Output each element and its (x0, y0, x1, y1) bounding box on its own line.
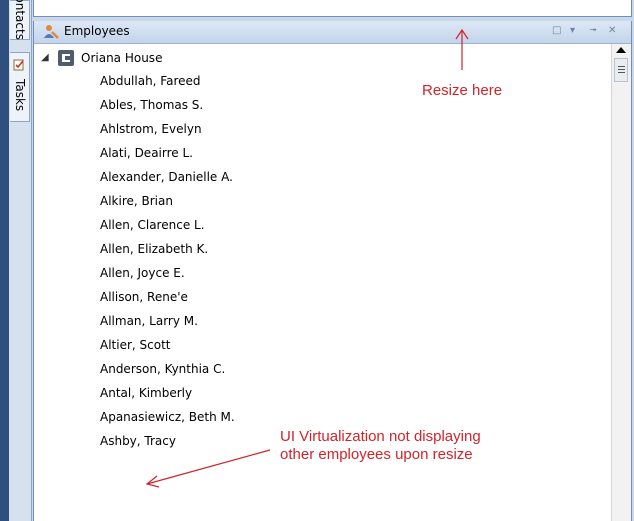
virtualization-note-line1: UI Virtualization not displaying (280, 428, 481, 445)
scroll-up-arrow-icon[interactable] (616, 47, 626, 53)
tab-contacts-label: Contacts (13, 0, 27, 40)
virtualization-note-line2: other employees upon resize (280, 446, 473, 463)
tab-contacts[interactable]: Contacts (10, 0, 30, 40)
upper-pane (33, 0, 632, 17)
employee-item[interactable]: Allen, Clarence L. (100, 218, 205, 232)
scrollbar-thumb[interactable] (614, 58, 628, 82)
window-position-icon[interactable]: □ (552, 25, 561, 37)
outer-background (0, 0, 9, 521)
grip-line (618, 69, 625, 70)
employee-item[interactable]: Allman, Larry M. (100, 314, 198, 328)
dropdown-arrow-icon[interactable]: ▾ (570, 25, 575, 37)
employee-item[interactable]: Allison, Rene'e (100, 290, 188, 304)
employee-item[interactable]: Anderson, Kynthia C. (100, 362, 225, 376)
employee-item[interactable]: Alexander, Danielle A. (100, 170, 233, 184)
employees-icon (44, 25, 59, 39)
grip-line (618, 72, 625, 73)
vertical-scrollbar[interactable] (611, 44, 631, 521)
tasks-icon (13, 59, 24, 71)
employee-item[interactable]: Antal, Kimberly (100, 386, 192, 400)
panel-title: Employees (64, 24, 130, 38)
employee-item[interactable]: Abdullah, Fareed (100, 74, 201, 88)
tab-tasks-label: Tasks (13, 79, 27, 112)
panel-header: Employees □ ▾ ╼ ✕ (34, 21, 631, 44)
resize-note: Resize here (422, 82, 503, 99)
organization-icon (58, 50, 74, 66)
employee-item[interactable]: Apanasiewicz, Beth M. (100, 410, 235, 424)
employee-item[interactable]: Ables, Thomas S. (100, 98, 203, 112)
vertical-tab-strip: Contacts Tasks (9, 0, 32, 521)
employee-item[interactable]: Alati, Deairre L. (100, 146, 193, 160)
tree-root-label: Oriana House (81, 51, 163, 65)
grip-line (618, 66, 625, 67)
employee-item[interactable]: Allen, Joyce E. (100, 266, 185, 280)
employee-item[interactable]: Ahlstrom, Evelyn (100, 122, 202, 136)
employee-item[interactable]: Allen, Elizabeth K. (100, 242, 208, 256)
tab-tasks[interactable]: Tasks (10, 52, 30, 122)
employee-item[interactable]: Alkire, Brian (100, 194, 173, 208)
collapse-triangle-icon[interactable]: ◢ (41, 52, 49, 63)
pin-icon[interactable]: ╼ (590, 25, 596, 37)
employee-item[interactable]: Altier, Scott (100, 338, 171, 352)
close-icon[interactable]: ✕ (608, 25, 616, 37)
employee-item[interactable]: Ashby, Tracy (100, 434, 176, 448)
